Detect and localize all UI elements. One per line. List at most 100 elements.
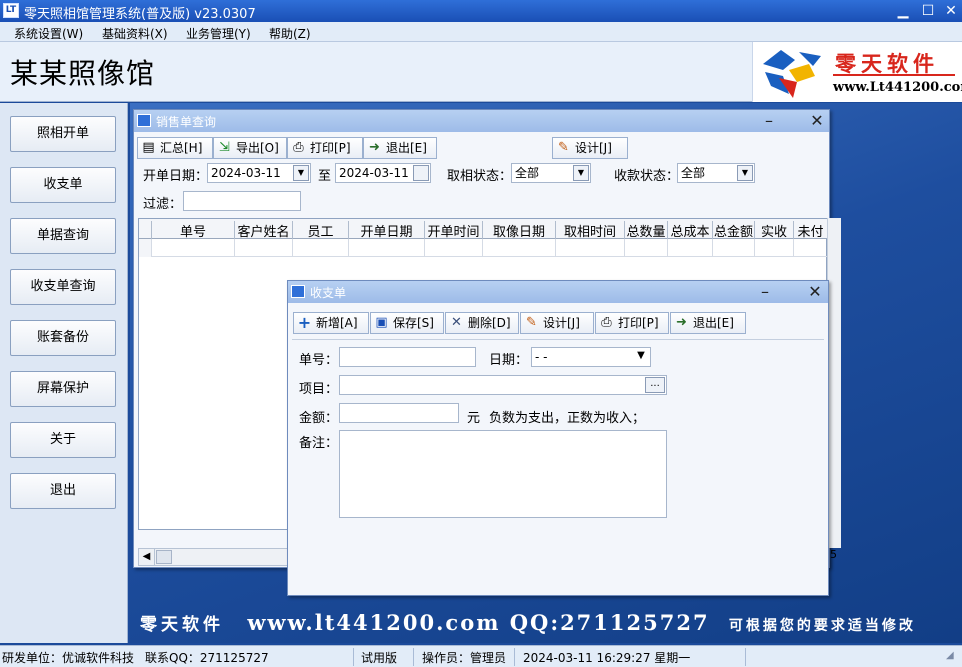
col-pickup-date[interactable]: 取像日期 — [482, 221, 555, 239]
col-total-cost[interactable]: 总成本 — [667, 221, 712, 239]
menu-basic-data[interactable]: 基础资料(X) — [102, 25, 168, 42]
menu-help[interactable]: 帮助(Z) — [269, 25, 311, 42]
payment-status-value: 全部 — [681, 166, 706, 180]
status-qq: 联系QQ：271125727 — [145, 651, 269, 665]
menu-business[interactable]: 业务管理(Y) — [186, 25, 251, 42]
status-edition: 试用版 — [361, 651, 398, 665]
delete-button[interactable]: ✕ 删除[D] — [445, 312, 519, 334]
save-button[interactable]: ▣ 保存[S] — [370, 312, 444, 334]
summary-label: 汇总[H] — [160, 141, 203, 155]
minimize-icon[interactable]: ▁ — [892, 2, 914, 20]
table-row[interactable] — [139, 239, 828, 257]
sidebar: 照相开单 收支单 单据查询 收支单查询 账套备份 屏幕保护 关于 退出 — [0, 103, 128, 643]
exit-icon: ➜ — [369, 140, 380, 155]
col-order-no[interactable]: 单号 — [151, 221, 234, 239]
status-developer: 研发单位：优诚软件科技 — [2, 651, 135, 665]
scroll-left-icon[interactable]: ◀ — [139, 549, 155, 565]
banner-site: www.lt441200.com QQ:271125727 — [247, 610, 710, 635]
amount-hint: 负数为支出，正数为收入； — [489, 411, 646, 426]
col-total-amount[interactable]: 总金额 — [712, 221, 754, 239]
order-no-input[interactable] — [339, 347, 476, 367]
chevron-down-icon[interactable]: ▼ — [293, 165, 309, 181]
income-dialog-title: 收支单 — [310, 286, 347, 300]
print-button[interactable]: ⎙ 打印[P] — [595, 312, 669, 334]
sales-query-caption: 销售单查询 – ✕ — [134, 110, 829, 132]
payment-status-select[interactable]: 全部 ▼ — [677, 163, 755, 183]
amount-unit: 元 — [467, 411, 481, 426]
end-date-picker[interactable]: 2024-03-11 — [335, 163, 431, 183]
shop-name: 某某照像馆 — [10, 57, 156, 90]
browse-button[interactable]: ... — [645, 377, 665, 393]
scroll-thumb[interactable] — [156, 550, 172, 564]
note-label: 备注： — [299, 436, 339, 451]
start-date-value: 2024-03-11 — [211, 166, 281, 180]
resize-grip-icon[interactable]: ◢ — [946, 650, 954, 661]
export-button[interactable]: ⇲ 导出[O] — [213, 137, 287, 159]
grid-vertical-scrollbar[interactable]: 5 — [827, 218, 841, 561]
sidebar-income-button[interactable]: 收支单 — [10, 167, 116, 203]
amount-input[interactable] — [339, 403, 459, 423]
delete-label: 删除[D] — [468, 316, 511, 330]
start-date-picker[interactable]: 2024-03-11 ▼ — [207, 163, 311, 183]
design-button[interactable]: ✎ 设计[J] — [552, 137, 628, 159]
exit-button[interactable]: ➜ 退出[E] — [670, 312, 746, 334]
app-icon: LT — [3, 3, 19, 18]
sidebar-screensaver-button[interactable]: 屏幕保护 — [10, 371, 116, 407]
window-icon — [137, 114, 151, 127]
exit-button[interactable]: ➜ 退出[E] — [363, 137, 437, 159]
sales-query-title: 销售单查询 — [156, 115, 217, 129]
close-icon[interactable]: ✕ — [808, 111, 826, 131]
col-total-qty[interactable]: 总数量 — [624, 221, 667, 239]
design-icon: ✎ — [526, 315, 537, 330]
print-button[interactable]: ⎙ 打印[P] — [287, 137, 363, 159]
company-logo: 零天软件 www.Lt441200.com — [752, 42, 962, 102]
end-date-value: 2024-03-11 — [339, 166, 409, 180]
pickup-status-select[interactable]: 全部 ▼ — [511, 163, 591, 183]
chevron-down-icon[interactable]: ▼ — [737, 165, 753, 181]
banner-company: 零天软件 — [140, 615, 224, 635]
note-textarea[interactable] — [339, 430, 667, 518]
calendar-icon[interactable] — [413, 165, 429, 181]
logo-url: www.Lt441200.com — [833, 80, 962, 95]
chevron-down-icon[interactable]: ▼ — [633, 349, 649, 365]
minimize-icon[interactable]: – — [760, 111, 778, 131]
close-icon[interactable]: ✕ — [940, 2, 962, 20]
date-picker[interactable]: - - ▼ — [531, 347, 651, 367]
window-icon — [291, 285, 305, 298]
grid-header: 单号 客户姓名 员工 开单日期 开单时间 取像日期 取相时间 总数量 总成本 总… — [139, 219, 828, 239]
pickup-status-label: 取相状态： — [447, 169, 513, 184]
summary-button[interactable]: ▤ 汇总[H] — [137, 137, 213, 159]
design-label: 设计[J] — [575, 141, 612, 155]
menu-system-settings[interactable]: 系统设置(W) — [14, 25, 83, 42]
col-order-time[interactable]: 开单时间 — [424, 221, 482, 239]
printer-icon: ⎙ — [293, 140, 304, 155]
design-button[interactable]: ✎ 设计[J] — [520, 312, 594, 334]
status-datetime: 2024-03-11 16:29:27 星期一 — [523, 651, 691, 665]
sidebar-income-query-button[interactable]: 收支单查询 — [10, 269, 116, 305]
col-staff[interactable]: 员工 — [292, 221, 348, 239]
add-icon: + — [297, 313, 312, 332]
banner-slogan: 可根据您的要求适当修改 — [728, 618, 916, 634]
sidebar-exit-button[interactable]: 退出 — [10, 473, 116, 509]
col-unpaid[interactable]: 未付 — [793, 221, 827, 239]
add-label: 新增[A] — [316, 316, 358, 330]
exit-label: 退出[E] — [386, 141, 427, 155]
item-input[interactable]: ... — [339, 375, 667, 395]
close-icon[interactable]: ✕ — [806, 282, 824, 302]
chevron-down-icon[interactable]: ▼ — [573, 165, 589, 181]
item-label: 项目： — [299, 382, 339, 397]
app-title-bar: LT 零天照相馆管理系统(普及版) v23.0307 ▁ ☐ ✕ — [0, 0, 962, 22]
col-pickup-time[interactable]: 取相时间 — [555, 221, 624, 239]
add-button[interactable]: + 新增[A] — [293, 312, 369, 334]
col-order-date[interactable]: 开单日期 — [348, 221, 424, 239]
sidebar-backup-button[interactable]: 账套备份 — [10, 320, 116, 356]
sidebar-photo-order-button[interactable]: 照相开单 — [10, 116, 116, 152]
maximize-icon[interactable]: ☐ — [917, 2, 939, 20]
sidebar-about-button[interactable]: 关于 — [10, 422, 116, 458]
delete-icon: ✕ — [451, 315, 462, 330]
col-received[interactable]: 实收 — [754, 221, 793, 239]
col-customer[interactable]: 客户姓名 — [234, 221, 292, 239]
sidebar-order-query-button[interactable]: 单据查询 — [10, 218, 116, 254]
filter-input[interactable] — [183, 191, 301, 211]
minimize-icon[interactable]: – — [756, 282, 774, 302]
